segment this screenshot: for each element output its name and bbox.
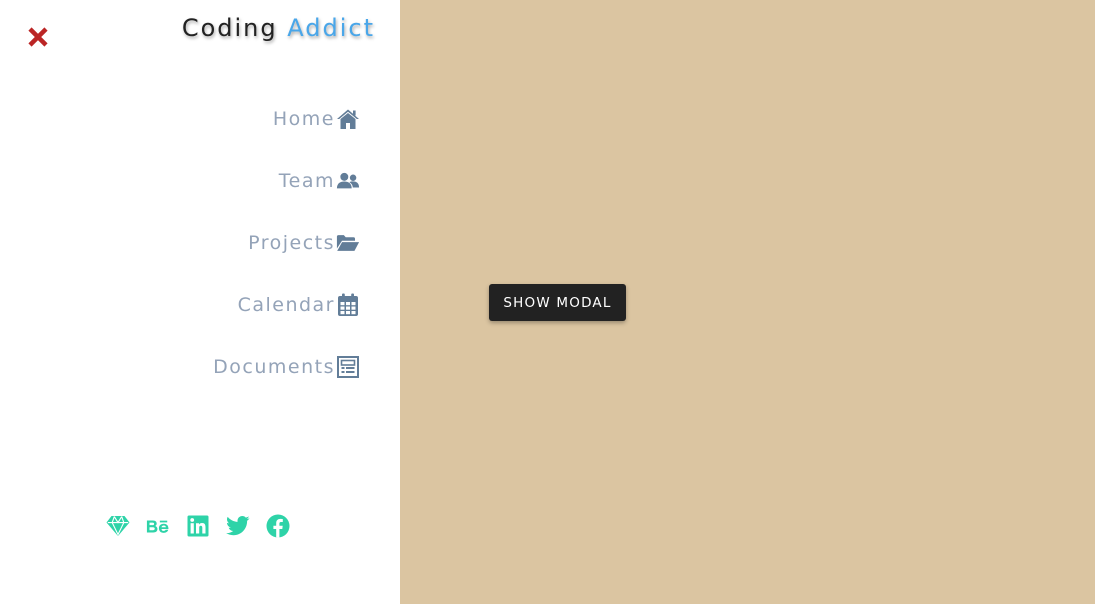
close-sidebar-button[interactable] bbox=[25, 24, 51, 50]
home-icon bbox=[336, 107, 360, 131]
nav-item-home[interactable]: Home bbox=[213, 102, 360, 136]
logo-word-coding: Coding bbox=[181, 14, 278, 42]
nav-item-documents[interactable]: Documents bbox=[213, 350, 360, 384]
users-icon bbox=[336, 169, 360, 193]
behance-link[interactable] bbox=[146, 514, 170, 538]
close-icon bbox=[28, 27, 48, 47]
logo: Coding Addict bbox=[182, 14, 375, 42]
twitter-icon bbox=[226, 516, 250, 536]
linkedin-link[interactable] bbox=[186, 514, 210, 538]
folder-open-icon bbox=[336, 231, 360, 255]
nav-item-label: Documents bbox=[213, 356, 335, 378]
nav-item-label: Home bbox=[272, 108, 335, 130]
sidebar: Coding Addict Home Team Projects Calenda… bbox=[0, 0, 400, 604]
sketch-icon bbox=[106, 516, 130, 536]
facebook-link[interactable] bbox=[266, 514, 290, 538]
twitter-link[interactable] bbox=[226, 514, 250, 538]
sketch-link[interactable] bbox=[106, 514, 130, 538]
nav-item-label: Calendar bbox=[237, 294, 335, 316]
document-icon bbox=[336, 355, 360, 379]
behance-icon bbox=[146, 520, 169, 533]
calendar-icon bbox=[336, 293, 360, 317]
nav-item-label: Projects bbox=[248, 232, 335, 254]
nav-links: Home Team Projects Calendar Documents bbox=[213, 102, 360, 412]
nav-item-team[interactable]: Team bbox=[213, 164, 360, 198]
logo-word-addict: Addict bbox=[287, 14, 375, 42]
show-modal-button[interactable]: SHOW MODAL bbox=[489, 284, 626, 321]
nav-item-projects[interactable]: Projects bbox=[213, 226, 360, 260]
linkedin-icon bbox=[187, 515, 209, 537]
nav-item-calendar[interactable]: Calendar bbox=[213, 288, 360, 322]
facebook-icon bbox=[266, 514, 290, 538]
nav-item-label: Team bbox=[278, 170, 335, 192]
social-icons bbox=[106, 514, 290, 538]
